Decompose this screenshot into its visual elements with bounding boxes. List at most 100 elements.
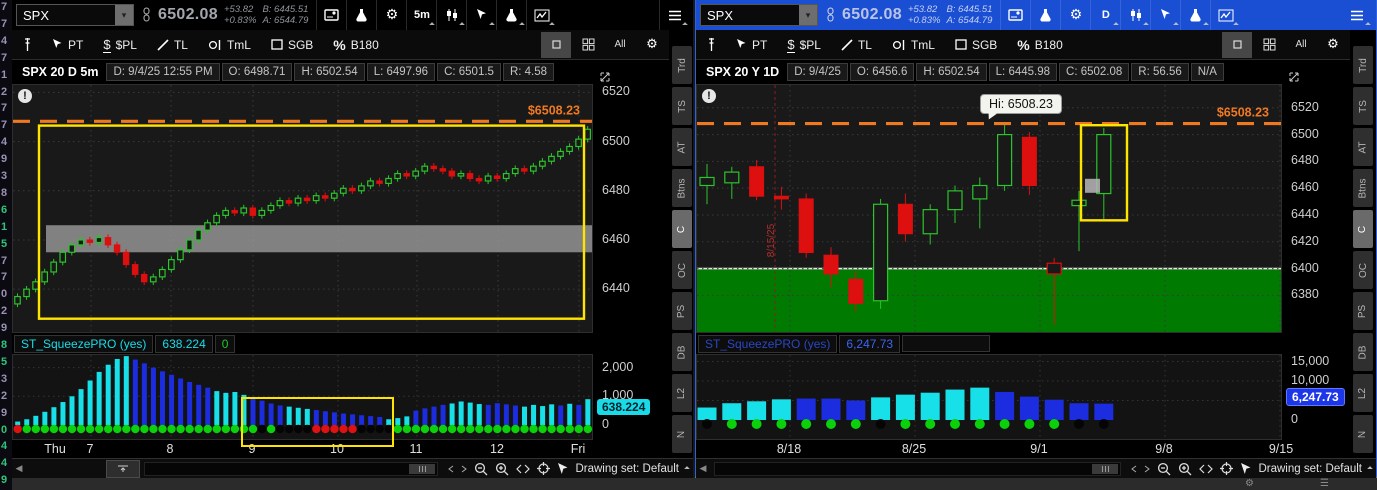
yellow-rectangle-drawing[interactable] xyxy=(241,397,394,447)
symbol-input[interactable]: SPX ▾ xyxy=(700,4,818,26)
sidebar-tab-btns[interactable]: Btns xyxy=(1353,169,1373,207)
step-left-icon[interactable] xyxy=(448,465,454,473)
timeline-tool-button[interactable]: TmL xyxy=(883,32,944,58)
sgb-tool-button[interactable]: SGB xyxy=(262,32,322,58)
settings-gear-icon[interactable]: ⚙ xyxy=(1060,0,1090,30)
pin-icon[interactable] xyxy=(698,32,725,58)
b180-tool-button[interactable]: %B180 xyxy=(324,32,387,58)
pin-icon[interactable] xyxy=(14,32,41,58)
sidebar-tab-ts[interactable]: TS xyxy=(672,87,692,125)
price-chart[interactable]: ! $6508.23 xyxy=(12,84,593,333)
warning-icon[interactable]: ! xyxy=(18,89,32,103)
alerts-icon[interactable] xyxy=(1000,0,1030,30)
time-scrollbar[interactable] xyxy=(144,462,438,476)
sidebar-tab-oc[interactable]: OC xyxy=(1353,251,1373,289)
scroll-left-icon[interactable]: ◀ xyxy=(12,463,26,474)
sidebar-tab-trd[interactable]: Trd xyxy=(672,46,692,84)
warning-icon[interactable]: ! xyxy=(702,89,716,103)
volume-axis[interactable]: 01,0002,000638.224 xyxy=(595,354,671,440)
symbol-dropdown-button[interactable]: ▾ xyxy=(115,5,133,25)
sgb-tool-button[interactable]: SGB xyxy=(946,32,1006,58)
sidebar-tab-db[interactable]: DB xyxy=(1353,333,1373,371)
sidebar-tab-at[interactable]: AT xyxy=(1353,128,1373,166)
pointer-tool-button[interactable]: PT xyxy=(43,32,92,58)
volume-study-chart[interactable] xyxy=(696,354,1282,440)
time-scrollbar[interactable] xyxy=(714,462,1121,476)
sidebar-tab-l2[interactable]: L2 xyxy=(672,374,692,412)
quick-study-flask-icon[interactable] xyxy=(496,0,526,30)
maximize-icon[interactable] xyxy=(1222,32,1252,58)
scroll-left-icon[interactable]: ◀ xyxy=(696,463,710,474)
drawings-linechart-icon[interactable] xyxy=(1210,0,1240,30)
sidebar-tab-ps[interactable]: PS xyxy=(1353,292,1373,330)
dollar-pl-tool-button[interactable]: $$PL xyxy=(778,32,830,58)
timeframe-button[interactable]: D xyxy=(1090,0,1120,30)
price-chart[interactable]: ! $6508.23 Hi: 6508.23 8/15/25 xyxy=(696,84,1282,333)
link-icon[interactable] xyxy=(140,7,152,23)
zoom-out-icon[interactable] xyxy=(1157,462,1171,476)
sidebar-tab-c[interactable]: C xyxy=(672,210,692,248)
study-name[interactable]: ST_SqueezePRO (yes) xyxy=(698,335,837,353)
menu-list-icon[interactable] xyxy=(659,0,689,30)
sidebar-tab-c[interactable]: C xyxy=(1353,210,1373,248)
sidebar-tab-ts[interactable]: TS xyxy=(1353,87,1373,125)
alerts-icon[interactable] xyxy=(316,0,346,30)
sidebar-tab-l2[interactable]: L2 xyxy=(1353,374,1373,412)
all-panels-button[interactable]: All xyxy=(1286,32,1316,58)
zoom-in-icon[interactable] xyxy=(495,462,509,476)
symbol-input[interactable]: SPX ▾ xyxy=(16,4,134,26)
dollar-pl-tool-button[interactable]: $$PL xyxy=(94,32,146,58)
chart-style-icon[interactable] xyxy=(436,0,466,30)
cursor-tool-icon[interactable] xyxy=(1150,0,1180,30)
expand-horizontal-icon[interactable] xyxy=(516,464,530,474)
step-left-icon[interactable] xyxy=(1131,465,1137,473)
sidebar-tab-at[interactable]: AT xyxy=(672,128,692,166)
time-axis[interactable]: 8/188/259/19/89/15 xyxy=(696,440,1354,458)
scrollbar-grip[interactable] xyxy=(409,464,435,474)
cursor-mode-icon[interactable] xyxy=(1240,462,1252,476)
pointer-tool-button[interactable]: PT xyxy=(727,32,776,58)
timeframe-button[interactable]: 5m xyxy=(406,0,436,30)
crosshair-corner-icon[interactable] xyxy=(1288,70,1300,88)
sidebar-tab-trd[interactable]: Trd xyxy=(1353,46,1373,84)
cursor-mode-icon[interactable] xyxy=(557,462,569,476)
sidebar-tab-n[interactable]: N xyxy=(1353,415,1373,453)
dock-list-icon[interactable]: ☰ xyxy=(1320,478,1329,489)
grid-layout-icon[interactable] xyxy=(1254,32,1284,58)
sidebar-tab-db[interactable]: DB xyxy=(672,333,692,371)
all-panels-button[interactable]: All xyxy=(605,32,635,58)
maximize-icon[interactable] xyxy=(541,32,571,58)
scrollbar-grip[interactable] xyxy=(1092,464,1118,474)
collapse-tab-button[interactable] xyxy=(106,460,140,478)
drawings-linechart-icon[interactable] xyxy=(526,0,556,30)
sidebar-tab-oc[interactable]: OC xyxy=(672,251,692,289)
zoom-in-icon[interactable] xyxy=(1178,462,1192,476)
expand-horizontal-icon[interactable] xyxy=(1199,464,1213,474)
studies-flask-icon[interactable] xyxy=(1030,0,1060,30)
cursor-tool-icon[interactable] xyxy=(466,0,496,30)
grid-layout-icon[interactable] xyxy=(573,32,603,58)
toolbar-gear-icon[interactable]: ⚙ xyxy=(637,32,667,58)
crosshair-target-icon[interactable] xyxy=(537,462,550,475)
quick-study-flask-icon[interactable] xyxy=(1180,0,1210,30)
settings-gear-icon[interactable]: ⚙ xyxy=(376,0,406,30)
trendline-tool-button[interactable]: TL xyxy=(832,32,881,58)
menu-list-icon[interactable] xyxy=(1342,0,1372,30)
b180-tool-button[interactable]: %B180 xyxy=(1008,32,1071,58)
step-right-icon[interactable] xyxy=(461,465,467,473)
toolbar-gear-icon[interactable]: ⚙ xyxy=(1318,32,1348,58)
zoom-out-icon[interactable] xyxy=(474,462,488,476)
symbol-dropdown-button[interactable]: ▾ xyxy=(799,5,817,25)
dock-gear-icon[interactable]: ⚙ xyxy=(1245,478,1254,489)
volume-axis[interactable]: 05,00010,00015,0006,247.73 xyxy=(1284,354,1352,440)
sidebar-tab-ps[interactable]: PS xyxy=(672,292,692,330)
crosshair-target-icon[interactable] xyxy=(1220,462,1233,475)
price-axis[interactable]: 63806400642064406460648065006520 xyxy=(1284,84,1352,333)
sidebar-tab-btns[interactable]: Btns xyxy=(672,169,692,207)
study-name[interactable]: ST_SqueezePRO (yes) xyxy=(14,335,153,353)
studies-flask-icon[interactable] xyxy=(346,0,376,30)
sidebar-tab-n[interactable]: N xyxy=(672,415,692,453)
price-axis[interactable]: 64406460648065006520 xyxy=(595,84,671,333)
link-icon[interactable] xyxy=(824,7,836,23)
timeline-tool-button[interactable]: TmL xyxy=(199,32,260,58)
